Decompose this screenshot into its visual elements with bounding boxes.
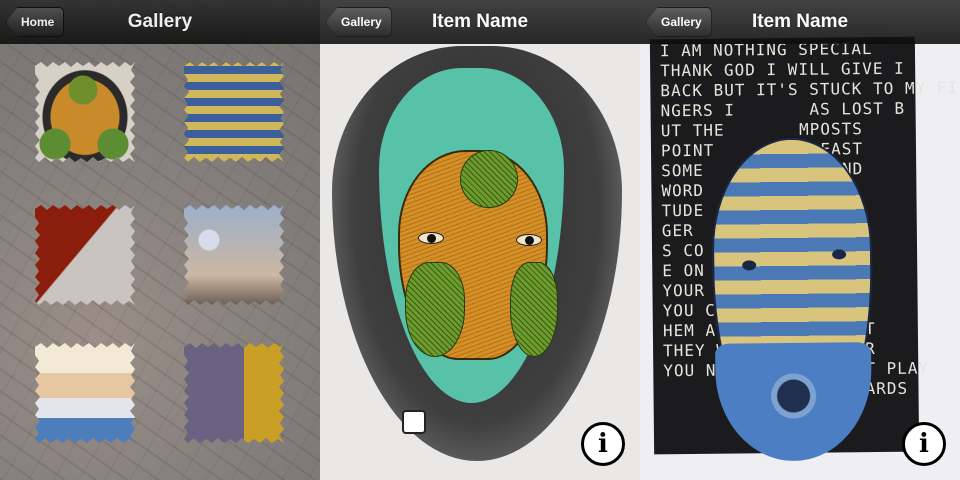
gallery-screen: Home Gallery bbox=[0, 0, 320, 480]
artwork-left-cheek bbox=[405, 262, 465, 357]
gallery-title: Gallery bbox=[127, 11, 193, 32]
artwork-right-cheek bbox=[510, 262, 558, 357]
info-icon-2[interactable]: i bbox=[902, 422, 946, 466]
artwork-poster: I AM NOTHING SPECIAL THANK GOD I WILL GI… bbox=[649, 36, 958, 462]
item1-navbar: Gallery Item Name bbox=[320, 0, 640, 44]
artwork-right-eye bbox=[516, 234, 542, 246]
gallery-thumbnail-5[interactable] bbox=[35, 343, 135, 443]
item2-title: Item Name bbox=[751, 11, 849, 32]
mask-right-eye bbox=[832, 249, 847, 260]
gallery-thumbnail-4[interactable] bbox=[184, 205, 284, 305]
artwork-mask-mouth bbox=[715, 342, 873, 462]
artwork-forehead-circle bbox=[460, 150, 518, 208]
item-detail-screen-1: Gallery Item Name i bbox=[320, 0, 640, 480]
mask-left-eye bbox=[742, 260, 757, 271]
item2-navbar: Gallery Item Name bbox=[640, 0, 960, 44]
artwork-left-eye bbox=[418, 232, 444, 244]
gallery-thumbnail-1[interactable] bbox=[35, 62, 135, 162]
gallery-navbar: Home Gallery bbox=[0, 0, 320, 44]
gallery-thumbnail-2[interactable] bbox=[184, 62, 284, 162]
artist-stamp-icon bbox=[402, 410, 426, 434]
item1-title: Item Name bbox=[431, 11, 529, 32]
gallery-thumbnail-3[interactable] bbox=[35, 205, 135, 305]
item-detail-screen-2: I AM NOTHING SPECIAL THANK GOD I WILL GI… bbox=[640, 0, 960, 480]
info-icon[interactable]: i bbox=[581, 422, 625, 466]
gallery-thumbnail-6[interactable] bbox=[184, 343, 284, 443]
